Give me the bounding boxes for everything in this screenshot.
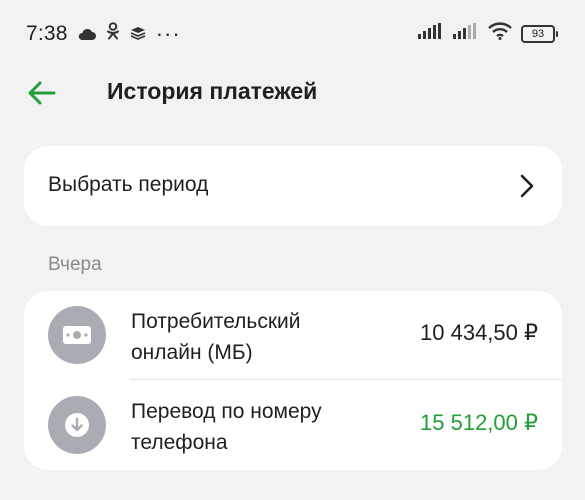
status-time: 7:38 <box>26 22 68 45</box>
payment-amount: 15 512,00 ₽ <box>420 410 538 435</box>
status-left: 7:38 ··· <box>26 21 181 47</box>
page-title: История платежей <box>107 78 318 104</box>
payment-name: Перевод по номеру телефона <box>131 400 322 454</box>
payment-item[interactable]: Перевод по номеру телефона 15 512,00 ₽ <box>24 381 562 469</box>
select-period-button[interactable]: Выбрать период <box>24 146 562 226</box>
payment-amount: 10 434,50 ₽ <box>420 320 538 345</box>
payment-item[interactable]: Потребительский онлайн (МБ) 10 434,50 ₽ <box>24 291 562 379</box>
battery-icon: 93 <box>521 24 558 43</box>
signal-icon <box>453 23 479 44</box>
date-section-label: Вчера <box>48 254 102 275</box>
status-bar: 7:38 ··· 93 <box>0 0 585 66</box>
layers-icon <box>130 23 146 46</box>
arrow-left-icon[interactable] <box>26 78 58 108</box>
chevron-right-icon <box>518 173 536 199</box>
divider <box>130 379 562 380</box>
signal-icon <box>418 23 444 44</box>
arrow-down-circle-icon <box>48 396 106 454</box>
cash-icon <box>48 306 106 364</box>
app-bar: История платежей <box>0 66 585 122</box>
payment-name: Потребительский онлайн (МБ) <box>131 310 301 364</box>
more-ellipsis: ··· <box>155 21 181 46</box>
status-right: 93 <box>418 22 558 45</box>
cloud-icon <box>78 23 96 46</box>
wifi-icon <box>488 22 512 45</box>
odnoklassniki-icon <box>106 22 120 46</box>
payments-list: Потребительский онлайн (МБ) 10 434,50 ₽ … <box>24 291 562 470</box>
select-period-label: Выбрать период <box>48 173 209 196</box>
